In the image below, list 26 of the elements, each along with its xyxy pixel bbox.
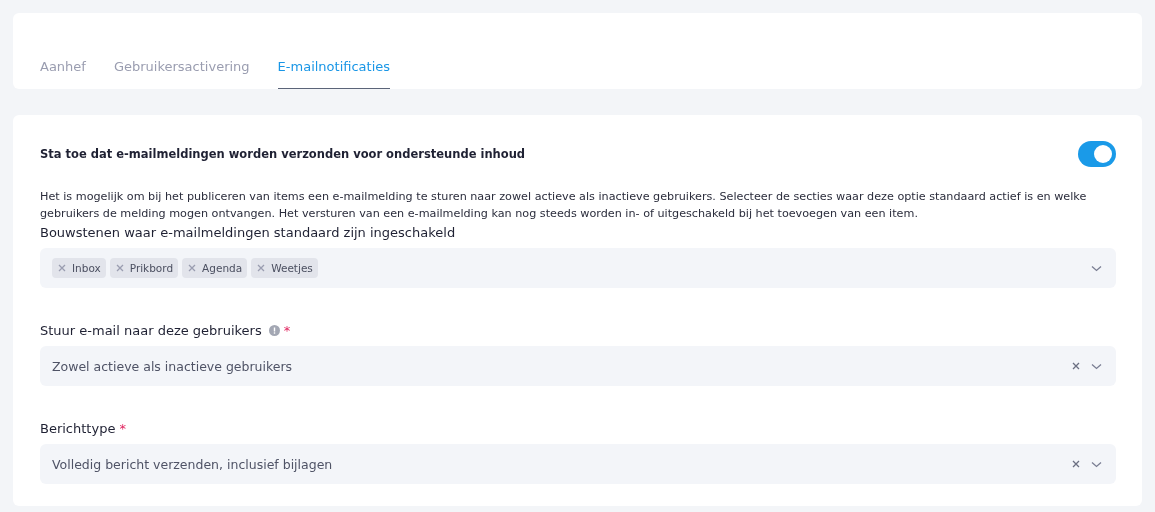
chevron-down-icon[interactable] [1091, 460, 1102, 468]
setting-title: Sta toe dat e-mailmeldingen worden verzonden voor ondersteunde inhoud [40, 147, 526, 161]
toggle-switch[interactable] [1078, 141, 1116, 167]
required-mark: * [283, 322, 291, 338]
field-label: Bouwstenen waar e-mailmeldingen standaard zijn ingeschakeld [40, 224, 456, 240]
selected-value: Volledig bericht verzenden, inclusief bijlagen [52, 456, 333, 472]
field-label: Berichttype [40, 420, 116, 436]
description-text: Het is mogelijk om bij het publiceren van items een e-mailmelding te sturen naar zowel actieve als inactieve gebruikers. Selecteer de secties waar deze optie standaard actief is en welke gebruikers de melding mogen ontvangen. Het versturen van een e-mailmelding kan nog steeds worden in- of uitgeschakeld bij het toevoegen van een item. [40, 189, 1088, 222]
tag-chip[interactable]: Weetjes [251, 258, 318, 278]
tag-chip[interactable]: Prikbord [109, 258, 179, 278]
chevron-down-icon[interactable] [1091, 362, 1102, 370]
clear-icon[interactable] [1071, 361, 1081, 371]
required-mark: * [119, 420, 126, 436]
remove-icon[interactable] [256, 263, 267, 273]
remove-icon[interactable] [187, 263, 198, 273]
remove-icon[interactable] [57, 263, 67, 273]
tag-chip[interactable]: Inbox [52, 258, 106, 278]
multi-select-field[interactable]: Inbox Prikbord Agenda Weetjes [40, 248, 1116, 288]
select-field[interactable]: Volledig bericht verzenden, inclusief bijlagen [40, 444, 1116, 484]
chevron-down-icon[interactable] [1091, 264, 1102, 272]
remove-icon[interactable] [114, 263, 125, 273]
selected-value: Zowel actieve als inactieve gebruikers [52, 358, 293, 374]
select-field[interactable]: Zowel actieve als inactieve gebruikers [40, 346, 1116, 386]
tag-chip[interactable]: Agenda [182, 258, 248, 278]
clear-icon[interactable] [1071, 459, 1081, 469]
field-label: Stuur e-mail naar deze gebruikers [40, 322, 262, 338]
